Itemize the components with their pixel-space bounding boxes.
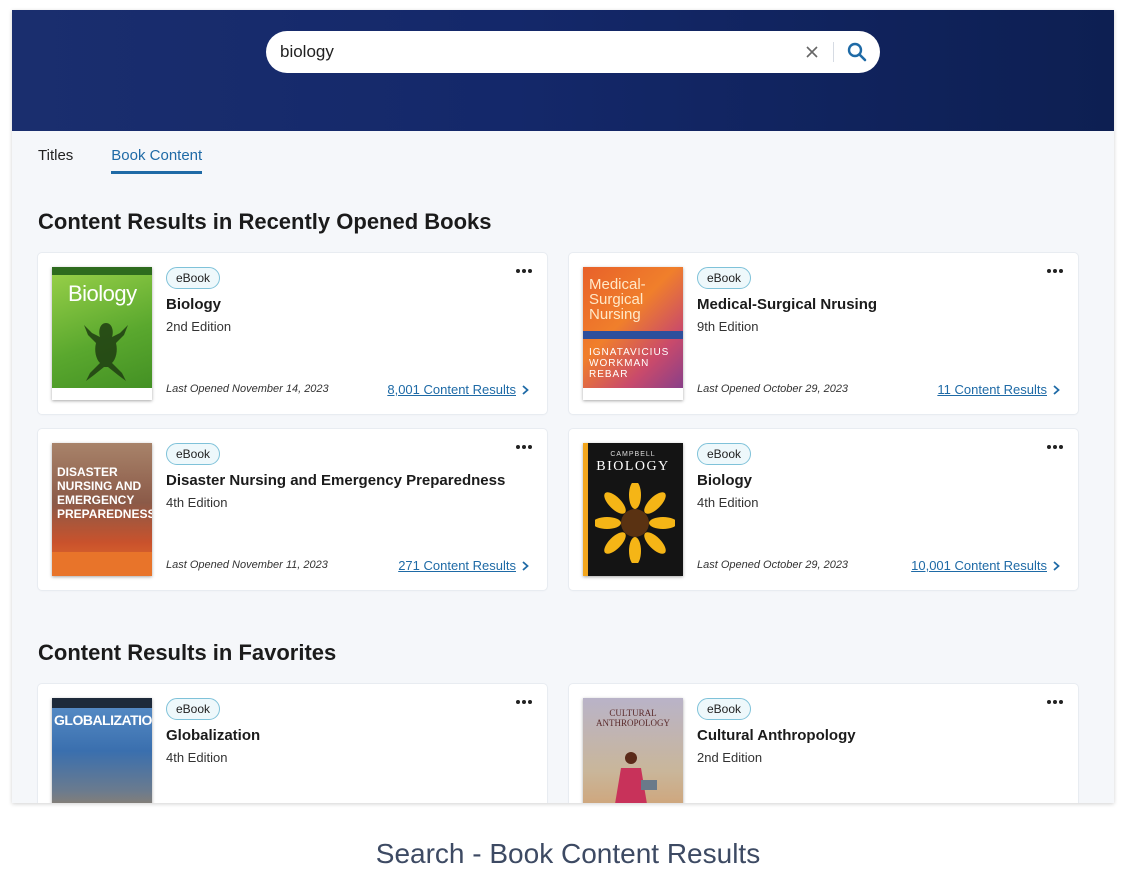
favorites-section-title: Content Results in Favorites	[38, 640, 337, 665]
last-opened: Last Opened November 11, 2023	[166, 559, 328, 571]
book-cover: DISASTER NURSING AND EMERGENCY PREPAREDN…	[52, 443, 152, 576]
book-cover: CULTURAL ANTHROPOLOGY	[583, 698, 683, 803]
cover-title: CULTURAL ANTHROPOLOGY	[596, 708, 670, 728]
cover-title: Biology	[68, 281, 137, 306]
ebook-badge: eBook	[697, 443, 752, 465]
book-card-medical-surgical[interactable]: Medical-Surgical Nursing IGNATAVICIUS WO…	[569, 253, 1078, 414]
search-bar	[266, 31, 880, 73]
search-icon[interactable]	[834, 31, 880, 73]
search-header	[12, 10, 1114, 131]
last-opened: Last Opened October 29, 2023	[697, 383, 849, 395]
book-cover: Biology	[52, 267, 152, 400]
tab-titles[interactable]: Titles	[38, 147, 73, 174]
book-title[interactable]: Biology	[697, 472, 752, 489]
chevron-right-icon	[522, 560, 529, 571]
ebook-badge: eBook	[166, 267, 221, 289]
cover-title: BIOLOGY	[596, 459, 670, 474]
book-card-biology-2nd[interactable]: Biology eBook Biology 2nd Edition Last O…	[38, 253, 547, 414]
content-results-link[interactable]: 271 Content Results	[398, 558, 529, 573]
more-options-icon[interactable]	[513, 439, 535, 455]
book-edition: 2nd Edition	[166, 319, 232, 334]
tab-book-content[interactable]: Book Content	[111, 147, 203, 174]
frog-silhouette-icon	[84, 323, 128, 381]
cover-authors: IGNATAVICIUS WORKMAN REBAR	[589, 347, 670, 380]
book-edition: 4th Edition	[166, 750, 228, 765]
ebook-badge: eBook	[697, 698, 752, 720]
book-title[interactable]: Disaster Nursing and Emergency Preparedn…	[166, 472, 505, 489]
cover-title: Medical-Surgical Nursing	[589, 276, 646, 323]
book-card-cultural-anthropology[interactable]: CULTURAL ANTHROPOLOGY eBook Cultural Ant…	[569, 684, 1078, 803]
chevron-right-icon	[522, 384, 529, 395]
search-input[interactable]	[266, 31, 799, 73]
last-opened: Last Opened October 29, 2023	[697, 559, 849, 571]
book-edition: 4th Edition	[166, 495, 228, 510]
book-title[interactable]: Cultural Anthropology	[697, 727, 856, 744]
book-title[interactable]: Medical-Surgical Nrusing	[697, 296, 877, 313]
book-title[interactable]: Biology	[166, 296, 221, 313]
content-results-label: 11 Content Results	[937, 382, 1047, 397]
cover-title: DISASTER NURSING AND EMERGENCY PREPAREDN…	[57, 465, 152, 521]
ebook-badge: eBook	[697, 267, 752, 289]
book-edition: 2nd Edition	[697, 750, 763, 765]
ebook-badge: eBook	[166, 443, 221, 465]
book-card-globalization[interactable]: GLOBALIZATION eBook Globalization 4th Ed…	[38, 684, 547, 803]
more-options-icon[interactable]	[513, 263, 535, 279]
more-options-icon[interactable]	[1044, 694, 1066, 710]
app-window: Titles Book Content Content Results in R…	[12, 10, 1114, 803]
more-options-icon[interactable]	[1044, 263, 1066, 279]
clear-icon[interactable]	[799, 39, 825, 65]
recent-section-title: Content Results in Recently Opened Books	[38, 209, 492, 234]
content-results-label: 10,001 Content Results	[911, 558, 1047, 573]
book-edition: 4th Edition	[697, 495, 759, 510]
book-cover: GLOBALIZATION	[52, 698, 152, 803]
content-results-link[interactable]: 8,001 Content Results	[387, 382, 529, 397]
book-title[interactable]: Globalization	[166, 727, 260, 744]
more-options-icon[interactable]	[513, 694, 535, 710]
book-card-disaster-nursing[interactable]: DISASTER NURSING AND EMERGENCY PREPAREDN…	[38, 429, 547, 590]
content-results-label: 271 Content Results	[398, 558, 516, 573]
chevron-right-icon	[1053, 384, 1060, 395]
chevron-right-icon	[1053, 560, 1060, 571]
sunflower-icon	[595, 483, 675, 563]
cover-brand: CAMPBELL	[610, 451, 656, 458]
figure-caption: Search - Book Content Results	[375, 838, 761, 869]
book-edition: 9th Edition	[697, 319, 759, 334]
cover-title: GLOBALIZATION	[54, 712, 152, 728]
content-results-link[interactable]: 11 Content Results	[937, 382, 1060, 397]
book-cover: Medical-Surgical Nursing IGNATAVICIUS WO…	[583, 267, 683, 400]
results-tabs: Titles Book Content	[38, 147, 203, 174]
content-results-link[interactable]: 10,001 Content Results	[911, 558, 1060, 573]
book-cover: CAMPBELL BIOLOGY	[583, 443, 683, 576]
ebook-badge: eBook	[166, 698, 221, 720]
book-card-biology-4th[interactable]: CAMPBELL BIOLOGY eBook Biology 4th Editi…	[569, 429, 1078, 590]
person-figure-icon	[615, 752, 657, 803]
more-options-icon[interactable]	[1044, 439, 1066, 455]
content-results-label: 8,001 Content Results	[387, 382, 516, 397]
last-opened: Last Opened November 14, 2023	[166, 383, 329, 395]
